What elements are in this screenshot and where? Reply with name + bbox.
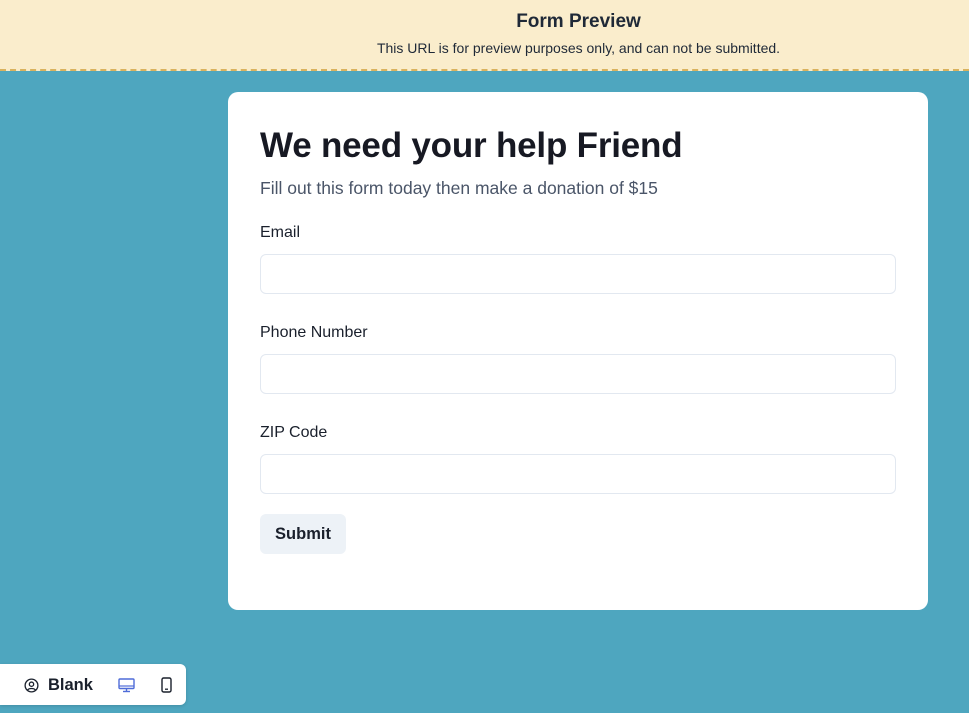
banner-subtitle: This URL is for preview purposes only, a…	[376, 40, 781, 56]
email-label: Email	[260, 224, 301, 241]
desktop-view-button[interactable]	[115, 674, 137, 696]
user-circle-icon	[24, 677, 39, 693]
phone-number-field[interactable]	[260, 354, 896, 394]
phone-number-label: Phone Number	[260, 324, 368, 341]
preview-banner: Form Preview This URL is for preview pur…	[0, 0, 969, 71]
mobile-view-button[interactable]	[155, 674, 177, 696]
account-label: Blank	[48, 675, 93, 694]
account-selector[interactable]: Blank	[24, 673, 93, 697]
zip-code-field[interactable]	[260, 454, 896, 494]
email-field[interactable]	[260, 254, 896, 294]
zip-code-label: ZIP Code	[260, 424, 328, 441]
banner-title: Form Preview	[516, 11, 641, 32]
form-title: We need your help Friend	[260, 126, 683, 165]
desktop-icon	[117, 677, 135, 693]
mobile-icon	[160, 677, 172, 693]
form-card: We need your help Friend Fill out this f…	[228, 92, 928, 610]
submit-button[interactable]: Submit	[260, 514, 346, 554]
preview-toolbar: Blank	[0, 664, 186, 705]
form-subtitle: Fill out this form today then make a don…	[260, 178, 658, 198]
